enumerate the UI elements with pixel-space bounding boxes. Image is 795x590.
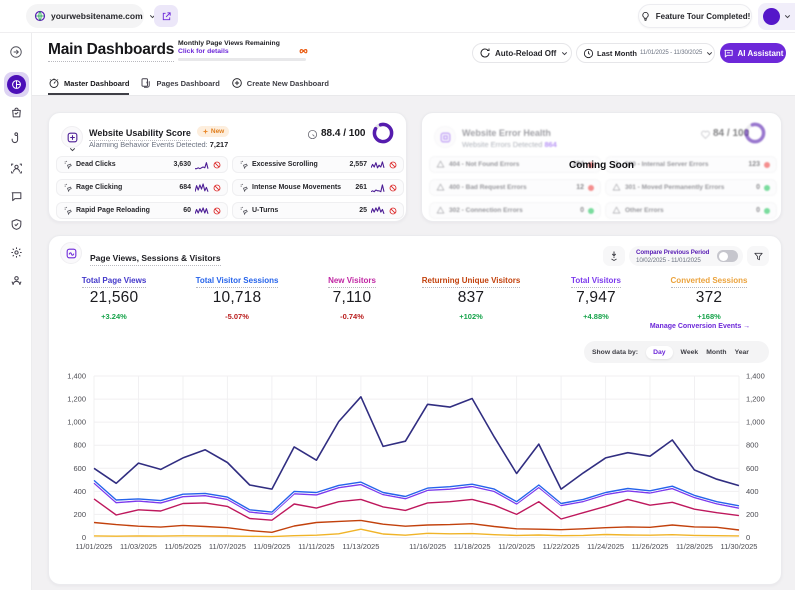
svg-text:1,200: 1,200 bbox=[67, 395, 86, 404]
svg-text:11/22/2025: 11/22/2025 bbox=[543, 542, 580, 551]
svg-text:11/07/2025: 11/07/2025 bbox=[209, 542, 246, 551]
svg-text:11/26/2025: 11/26/2025 bbox=[632, 542, 669, 551]
svg-text:11/16/2025: 11/16/2025 bbox=[409, 542, 446, 551]
svg-text:11/28/2025: 11/28/2025 bbox=[676, 542, 713, 551]
svg-text:200: 200 bbox=[746, 510, 759, 519]
svg-text:0: 0 bbox=[746, 533, 750, 542]
svg-text:1,200: 1,200 bbox=[746, 395, 765, 404]
svg-text:11/24/2025: 11/24/2025 bbox=[587, 542, 624, 551]
svg-text:0: 0 bbox=[82, 533, 86, 542]
svg-text:400: 400 bbox=[746, 487, 759, 496]
svg-text:1,000: 1,000 bbox=[67, 418, 86, 427]
svg-text:1,400: 1,400 bbox=[746, 372, 765, 381]
svg-text:1,000: 1,000 bbox=[746, 418, 765, 427]
svg-text:11/01/2025: 11/01/2025 bbox=[76, 542, 113, 551]
svg-text:11/03/2025: 11/03/2025 bbox=[120, 542, 157, 551]
svg-text:11/11/2025: 11/11/2025 bbox=[298, 542, 334, 551]
svg-text:11/30/2025: 11/30/2025 bbox=[721, 542, 758, 551]
svg-text:11/18/2025: 11/18/2025 bbox=[454, 542, 491, 551]
svg-text:200: 200 bbox=[73, 510, 86, 519]
svg-text:600: 600 bbox=[73, 464, 86, 473]
svg-text:800: 800 bbox=[746, 441, 759, 450]
svg-text:400: 400 bbox=[73, 487, 86, 496]
svg-text:11/20/2025: 11/20/2025 bbox=[498, 542, 535, 551]
svg-text:11/05/2025: 11/05/2025 bbox=[165, 542, 202, 551]
svg-text:1,400: 1,400 bbox=[67, 372, 86, 381]
svg-text:800: 800 bbox=[73, 441, 86, 450]
svg-text:600: 600 bbox=[746, 464, 759, 473]
svg-text:11/09/2025: 11/09/2025 bbox=[253, 542, 290, 551]
svg-text:11/13/2025: 11/13/2025 bbox=[342, 542, 379, 551]
